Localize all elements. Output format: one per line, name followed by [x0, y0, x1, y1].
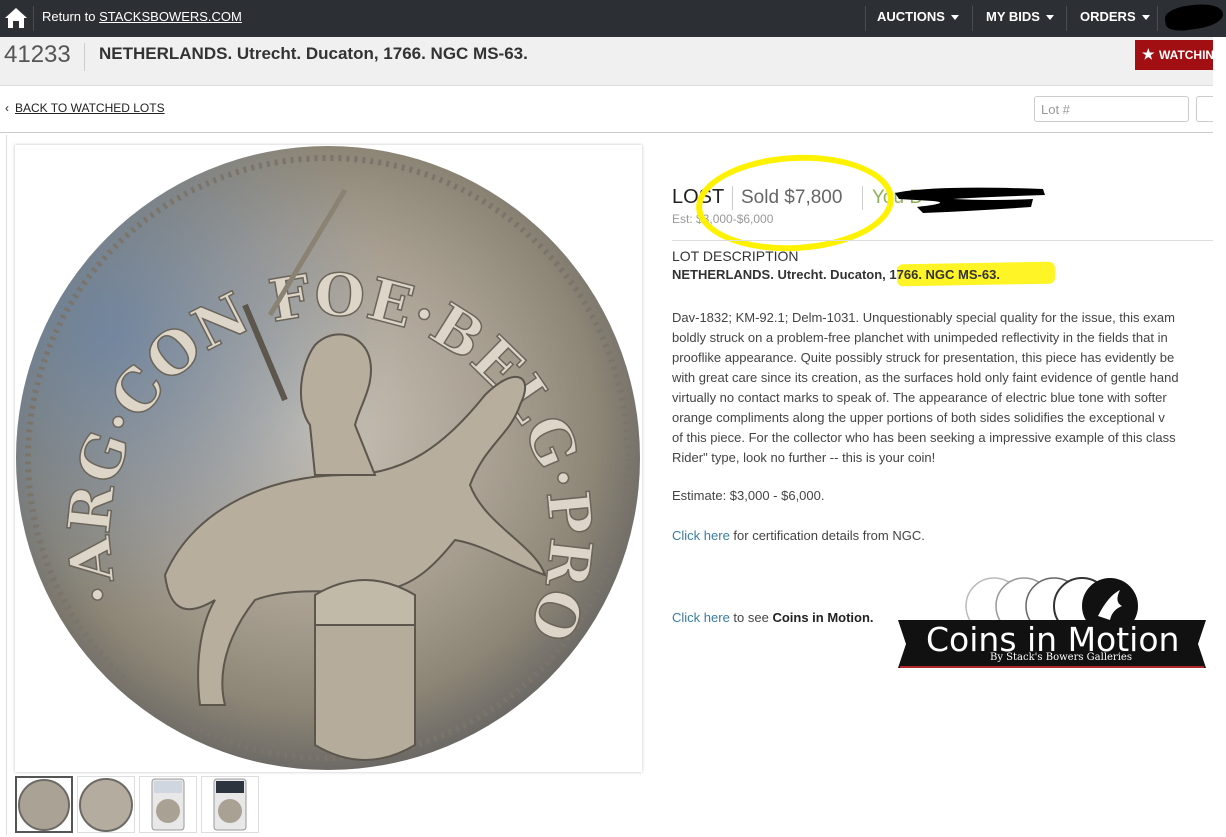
redacted-username	[1163, 1, 1225, 33]
nav-divider	[33, 6, 34, 31]
coins-in-motion-subtitle: By Stack's Bowers Galleries	[990, 652, 1132, 663]
coins-in-motion-line: Click here to see Coins in Motion.	[672, 610, 874, 625]
caret-down-icon	[1045, 15, 1054, 21]
thumbnail-obverse[interactable]	[15, 776, 73, 833]
lot-title: NETHERLANDS. Utrecht. Ducaton, 1766. NGC…	[99, 44, 528, 63]
description-line: boldly struck on a problem-free planchet…	[672, 330, 1168, 345]
watching-button[interactable]: ★ WATCHIN	[1135, 40, 1213, 70]
redacted-bid-amount	[895, 187, 1045, 213]
lot-go-button[interactable]	[1196, 96, 1213, 122]
top-nav-bar: Return to STACKSBOWERS.COM AUCTIONS MY B…	[0, 0, 1226, 37]
coins-in-motion-logo[interactable]: Coins in Motion By Stack's Bowers Galler…	[898, 576, 1206, 670]
my-bids-menu[interactable]: MY BIDS	[986, 9, 1054, 24]
nav-divider	[1157, 6, 1158, 31]
coin-thumbnail	[79, 778, 133, 832]
slab-thumbnail	[213, 778, 247, 831]
back-link-label: BACK TO WATCHED LOTS	[15, 101, 165, 115]
description-line: prooflike appearance. Quite possibly str…	[672, 350, 1175, 365]
return-to-site-link[interactable]: Return to STACKSBOWERS.COM	[42, 9, 242, 24]
thumbnail-reverse[interactable]	[77, 776, 135, 833]
certification-text: for certification details from NGC.	[729, 528, 925, 543]
auctions-menu-label: AUCTIONS	[877, 9, 945, 24]
thumbnail-slab-front[interactable]	[139, 776, 197, 833]
site-name-link[interactable]: STACKSBOWERS.COM	[99, 9, 242, 24]
coins-in-motion-link[interactable]: Click here	[672, 610, 730, 625]
watching-button-label: WATCHIN	[1159, 48, 1213, 62]
caret-down-icon	[1141, 15, 1150, 21]
back-row	[0, 86, 1213, 133]
coin-photo: MO·NO·ARG·CON FOE·BELG·PRO·TRAI·	[0, 90, 640, 770]
title-divider	[84, 43, 85, 71]
content-border	[6, 135, 7, 835]
nav-divider	[1066, 6, 1067, 31]
coins-in-motion-text: to see	[729, 610, 773, 625]
orders-menu[interactable]: ORDERS	[1080, 9, 1150, 24]
thumbnail-slab-back[interactable]	[201, 776, 259, 833]
lot-description-title: NETHERLANDS. Utrecht. Ducaton, 1766. NGC…	[672, 267, 1000, 282]
back-to-watched-lots-link[interactable]: ‹ BACK TO WATCHED LOTS	[5, 101, 165, 115]
caret-down-icon	[950, 15, 959, 21]
certification-link[interactable]: Click here	[672, 528, 730, 543]
description-line: orange compliments along the upper porti…	[672, 410, 1165, 425]
orders-menu-label: ORDERS	[1080, 9, 1136, 24]
lot-number: 41233	[4, 41, 71, 68]
lot-number-input[interactable]	[1034, 96, 1189, 122]
main-coin-image[interactable]: MO·NO·ARG·CON FOE·BELG·PRO·TRAI·	[0, 90, 642, 772]
home-icon[interactable]	[2, 4, 30, 32]
page-edge	[1213, 37, 1226, 836]
auctions-menu[interactable]: AUCTIONS	[877, 9, 959, 24]
coin-thumbnail	[18, 779, 70, 831]
lot-description-body: Dav-1832; KM-92.1; Delm-1031. Unquestion…	[672, 308, 1213, 468]
description-line: Rider" type, look no further -- this is …	[672, 450, 936, 465]
my-bids-menu-label: MY BIDS	[986, 9, 1040, 24]
description-line: Dav-1832; KM-92.1; Delm-1031. Unquestion…	[672, 310, 1175, 325]
chevron-left-icon: ‹	[5, 101, 9, 115]
coins-in-motion-bold: Coins in Motion.	[772, 610, 874, 625]
nav-divider	[865, 6, 866, 31]
estimate-text: Estimate: $3,000 - $6,000.	[672, 488, 825, 503]
info-divider	[672, 240, 1213, 241]
star-icon: ★	[1142, 46, 1155, 62]
description-line: virtually no contact marks to speak of. …	[672, 390, 1167, 405]
description-line: of this piece. For the collector who has…	[672, 430, 1176, 445]
coat-of-arms	[314, 579, 416, 761]
lot-description-heading: LOT DESCRIPTION	[672, 248, 799, 264]
nav-divider	[972, 6, 973, 31]
description-line: with great care since its creation, as t…	[672, 370, 1179, 385]
slab-thumbnail	[151, 778, 185, 831]
certification-line: Click here for certification details fro…	[672, 528, 925, 543]
